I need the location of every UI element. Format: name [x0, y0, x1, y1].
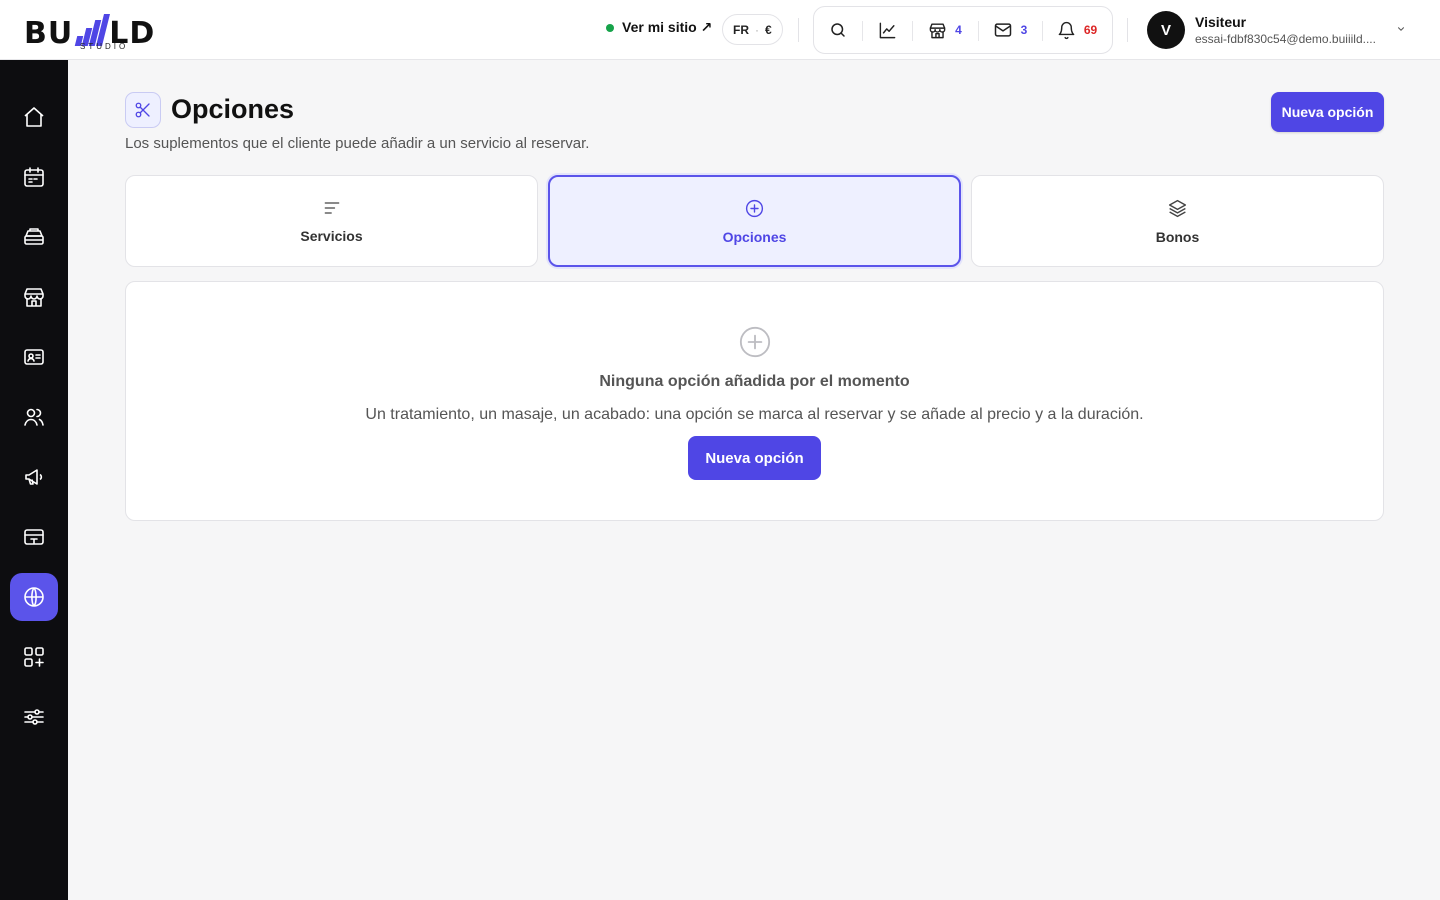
- user-menu[interactable]: V Visiteur essai-fdbf830c54@demo.buiiild…: [1147, 11, 1385, 49]
- sidebar-item-register[interactable]: [10, 213, 58, 261]
- empty-state-text: Un tratamiento, un masaje, un acabado: u…: [365, 406, 1144, 423]
- messages-button[interactable]: 3: [978, 7, 1042, 53]
- currency-label: €: [765, 22, 772, 37]
- avatar: V: [1147, 11, 1185, 49]
- shop-orders-button[interactable]: 4: [912, 7, 978, 53]
- empty-state-title: Ninguna opción añadida por el momento: [599, 373, 910, 390]
- bell-icon: [1057, 21, 1076, 40]
- toolbar: 4 3 69: [813, 6, 1113, 54]
- plus-circle-icon: [744, 198, 765, 219]
- separator-dot: ·: [755, 22, 759, 37]
- sidebar-item-clients[interactable]: [10, 333, 58, 381]
- user-info: Visiteur essai-fdbf830c54@demo.buiiild..…: [1195, 14, 1385, 46]
- online-status-dot: [606, 23, 614, 32]
- sidebar-item-home[interactable]: [10, 93, 58, 141]
- sidebar-item-payments[interactable]: [10, 513, 58, 561]
- tab-label: Bonos: [1155, 228, 1200, 245]
- page-title: Opciones: [171, 94, 295, 124]
- top-bar: BU LD STUDIO Ver mi sitio ↗ FR · € 4 3 6…: [0, 0, 1440, 60]
- language-currency-selector[interactable]: FR · €: [722, 14, 783, 45]
- apps-add-icon: [22, 645, 46, 669]
- logo-subtitle: STUDIO: [80, 42, 129, 51]
- notifications-button[interactable]: 69: [1042, 7, 1112, 53]
- plus-circle-icon: [738, 325, 772, 359]
- empty-state-card: Ninguna opción añadida por el momento Un…: [125, 281, 1384, 521]
- payment-terminal-icon: [22, 525, 46, 549]
- users-icon: [22, 405, 46, 429]
- mail-icon: [993, 20, 1013, 40]
- list-icon: [322, 198, 342, 218]
- view-site-link[interactable]: Ver mi sitio ↗: [606, 19, 712, 36]
- tab-label: Opciones: [722, 228, 787, 245]
- sidebar-item-store[interactable]: [10, 273, 58, 321]
- scissors-icon: [134, 101, 152, 119]
- store-icon: [928, 21, 947, 40]
- sidebar-item-apps[interactable]: [10, 633, 58, 681]
- globe-icon: [22, 585, 46, 609]
- calendar-icon: [22, 165, 46, 189]
- sidebar-item-settings[interactable]: [10, 693, 58, 741]
- layers-icon: [1167, 198, 1188, 219]
- sidebar-item-calendar[interactable]: [10, 153, 58, 201]
- register-icon: [22, 225, 46, 249]
- brand-logo[interactable]: BU LD STUDIO: [24, 8, 184, 52]
- empty-state-new-option-button[interactable]: Nueva opción: [688, 436, 821, 480]
- language-label: FR: [733, 22, 749, 37]
- page-title-icon: [125, 92, 161, 128]
- id-card-icon: [22, 345, 46, 369]
- sidebar-item-website[interactable]: [10, 573, 58, 621]
- shop-count-badge: 4: [955, 23, 962, 37]
- view-site-label: Ver mi sitio ↗: [622, 19, 713, 35]
- tab-label: Servicios: [300, 228, 363, 244]
- divider: [1127, 18, 1128, 42]
- sidebar-item-team[interactable]: [10, 393, 58, 441]
- page-subtitle: Los suplementos que el cliente puede aña…: [125, 135, 590, 152]
- user-email: essai-fdbf830c54@demo.buiiild....: [1195, 32, 1376, 46]
- tab-packages[interactable]: Bonos: [971, 175, 1384, 267]
- store-icon: [22, 285, 46, 309]
- divider: [798, 18, 799, 42]
- chart-line-icon: [878, 21, 897, 40]
- sliders-icon: [22, 705, 46, 729]
- home-icon: [22, 105, 46, 129]
- new-option-button[interactable]: Nueva opción: [1271, 92, 1384, 132]
- megaphone-icon: [22, 465, 46, 489]
- tab-options[interactable]: Opciones: [548, 175, 961, 267]
- chevron-down-icon[interactable]: [1396, 24, 1406, 34]
- messages-count-badge: 3: [1020, 23, 1028, 37]
- stats-button[interactable]: [862, 7, 912, 53]
- user-name: Visiteur: [1195, 14, 1247, 30]
- search-button[interactable]: [814, 7, 862, 53]
- logo-text-left: BU: [24, 16, 74, 51]
- search-icon: [829, 21, 847, 39]
- tab-services[interactable]: Servicios: [125, 175, 538, 267]
- notifications-count-badge: 69: [1083, 23, 1098, 37]
- sidebar: [0, 60, 68, 900]
- sidebar-item-marketing[interactable]: [10, 453, 58, 501]
